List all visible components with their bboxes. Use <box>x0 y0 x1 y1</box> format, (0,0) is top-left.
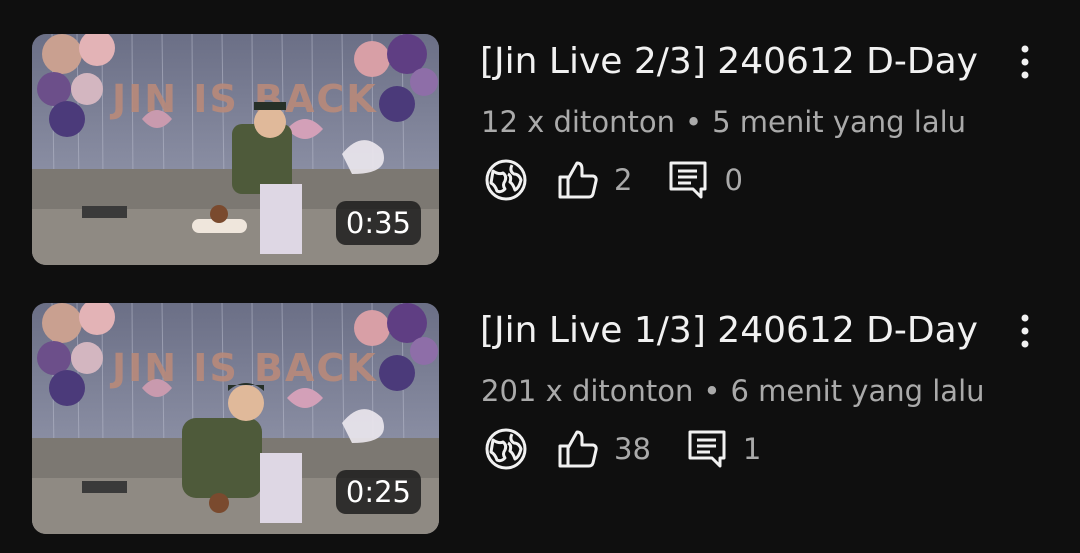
video-title[interactable]: [Jin Live 2/3] 240612 D-Day <box>480 38 978 86</box>
globe-icon <box>484 427 528 471</box>
view-count: 201 x ditonton <box>481 374 694 408</box>
comment-icon[interactable] <box>666 158 710 202</box>
comment-count: 0 <box>724 163 743 197</box>
upload-time: 5 menit yang lalu <box>712 105 967 139</box>
view-count: 12 x ditonton <box>481 105 675 139</box>
video-thumbnail[interactable]: JIN IS BACK 0:25 <box>32 303 439 534</box>
video-metadata: 12 x ditonton • 5 menit yang lalu <box>481 102 966 142</box>
more-options-button[interactable] <box>1005 38 1045 86</box>
meta-separator: • <box>703 374 721 408</box>
more-vertical-icon <box>1021 45 1029 79</box>
video-list-item[interactable]: JIN IS BACK 0:25 [Jin Live 1/3] 240612 D… <box>0 303 1080 535</box>
like-count: 38 <box>614 432 651 466</box>
video-metadata: 201 x ditonton • 6 menit yang lalu <box>481 371 985 411</box>
video-title[interactable]: [Jin Live 1/3] 240612 D-Day <box>480 307 978 355</box>
more-options-button[interactable] <box>1005 307 1045 355</box>
comment-icon[interactable] <box>685 427 729 471</box>
video-thumbnail[interactable]: JIN IS BACK 0:35 <box>32 34 439 265</box>
video-duration-badge: 0:35 <box>335 201 421 245</box>
video-stats: 2 0 <box>484 158 777 202</box>
thumbs-up-icon[interactable] <box>556 427 600 471</box>
video-stats: 38 1 <box>484 427 795 471</box>
video-list-item[interactable]: JIN IS BACK 0:35 [Jin Live 2/3] 240612 D… <box>0 34 1080 266</box>
upload-time: 6 menit yang lalu <box>730 374 985 408</box>
globe-icon <box>484 158 528 202</box>
thumbs-up-icon[interactable] <box>556 158 600 202</box>
like-count: 2 <box>614 163 633 197</box>
comment-count: 1 <box>742 432 762 466</box>
more-vertical-icon <box>1021 314 1029 348</box>
video-duration-badge: 0:25 <box>335 470 421 514</box>
meta-separator: • <box>684 105 703 139</box>
